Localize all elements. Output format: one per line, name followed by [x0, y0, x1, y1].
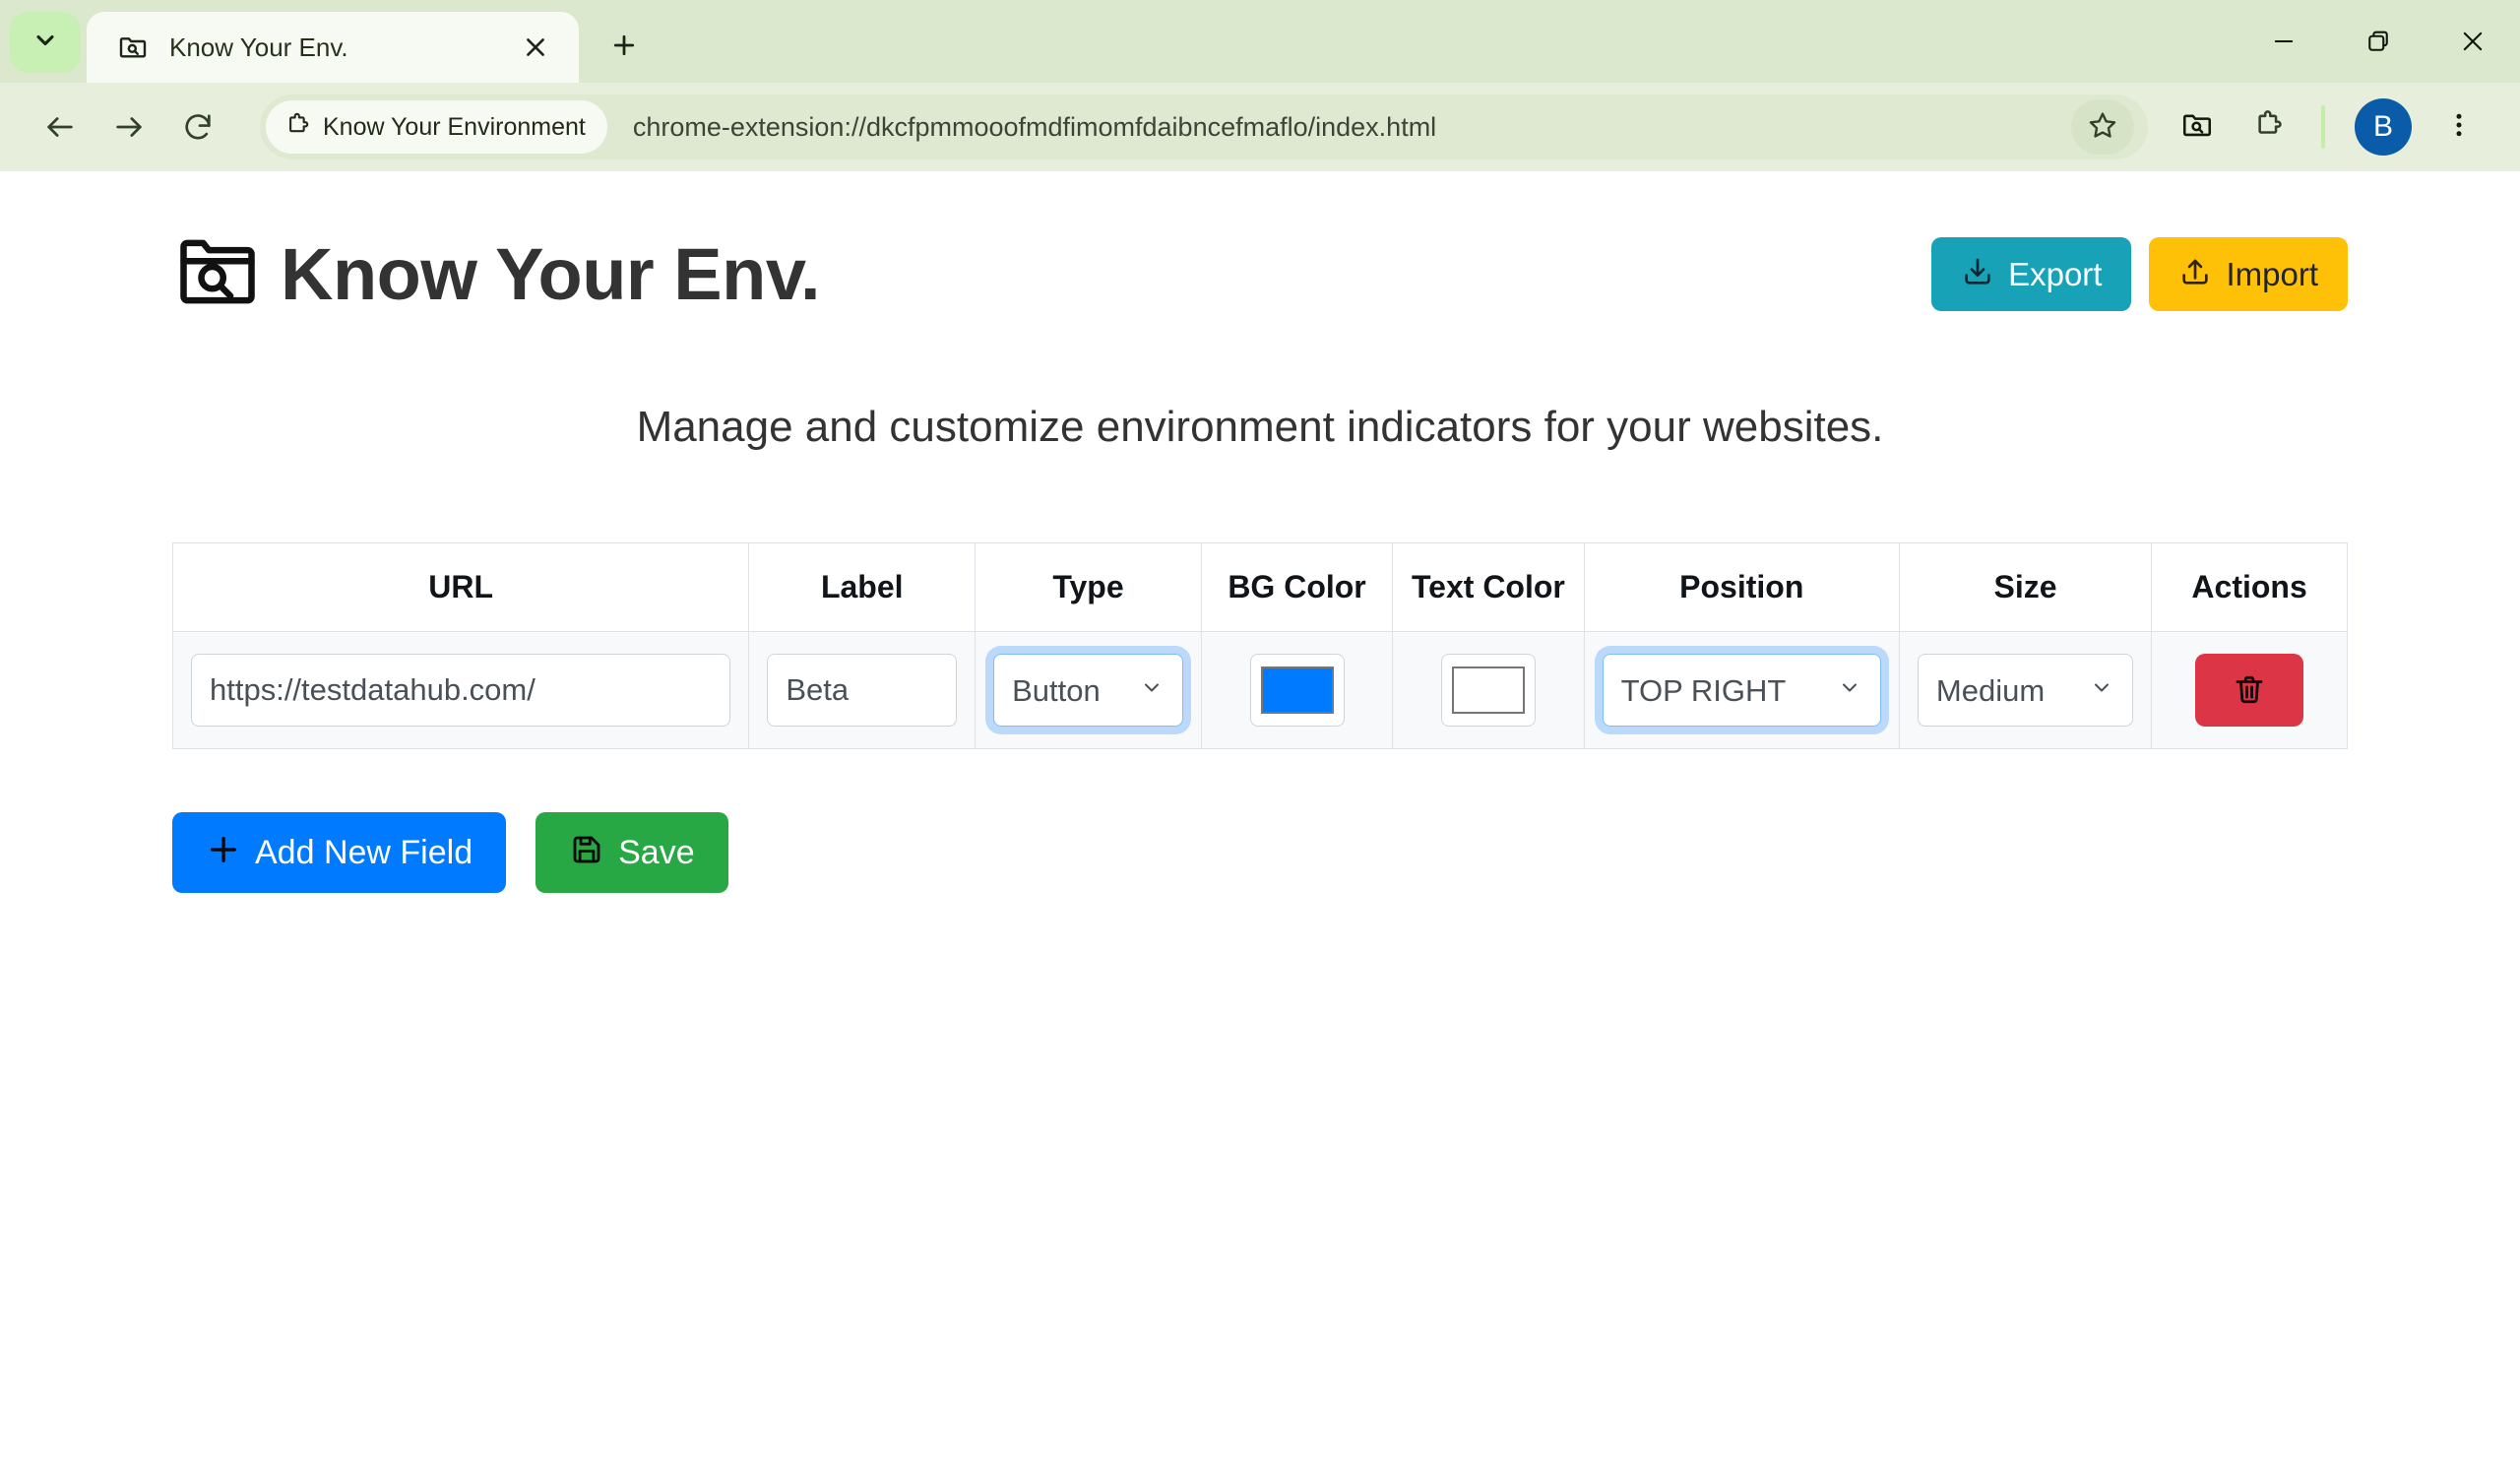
export-button-label: Export	[2008, 256, 2103, 292]
cell-text-color	[1392, 631, 1585, 749]
window-controls	[2236, 0, 2520, 83]
bg-color-picker[interactable]	[1249, 654, 1345, 727]
chevron-down-icon	[32, 27, 59, 59]
folder-search-logo-icon	[172, 226, 263, 322]
browser-window: Know Your Env. Know Your Environment chr…	[0, 0, 2520, 1459]
table-body: ButtonBannerRibbonBadge	[171, 631, 2348, 749]
avatar[interactable]: B	[2355, 98, 2412, 156]
column-header-actions: Actions	[2151, 542, 2348, 632]
position-select[interactable]: TOP LEFTTOP RIGHTBOTTOM LEFTBOTTOM RIGHT	[1602, 654, 1881, 727]
tab-close-button[interactable]	[514, 26, 557, 69]
side-panel-button[interactable]	[2162, 92, 2233, 162]
add-new-field-label: Add New Field	[255, 834, 473, 871]
page-content: Know Your Env. Export Import Manage and …	[0, 171, 2520, 1459]
label-input[interactable]	[767, 654, 958, 727]
extensions-button[interactable]	[2233, 92, 2303, 162]
tab-search-button[interactable]	[10, 12, 81, 73]
toolbar-divider	[2321, 105, 2325, 149]
import-button-label: Import	[2226, 256, 2318, 292]
cell-label	[748, 631, 976, 749]
config-table: URL Label Type BG Color Text Color Posit…	[171, 542, 2348, 749]
window-maximize-button[interactable]	[2331, 0, 2426, 83]
forward-button[interactable]	[94, 93, 163, 161]
bookmark-button[interactable]	[2071, 99, 2134, 155]
reload-button[interactable]	[163, 93, 232, 161]
cell-url	[171, 631, 750, 749]
browser-tab[interactable]: Know Your Env.	[87, 12, 579, 83]
column-header-url: URL	[171, 542, 750, 632]
back-button[interactable]	[26, 93, 94, 161]
plus-icon	[206, 832, 241, 873]
export-button[interactable]: Export	[1931, 237, 2132, 311]
brand: Know Your Env.	[172, 226, 821, 322]
download-icon	[1961, 255, 1994, 293]
extension-origin-chip[interactable]: Know Your Environment	[266, 100, 607, 154]
delete-row-button[interactable]	[2195, 654, 2304, 727]
column-header-size: Size	[1898, 542, 2153, 632]
tab-title: Know Your Env.	[169, 32, 348, 62]
folder-search-icon	[2180, 108, 2214, 147]
puzzle-piece-icon	[284, 111, 311, 144]
trash-icon	[2232, 671, 2267, 710]
column-header-type: Type	[975, 542, 1202, 632]
table-header: URL Label Type BG Color Text Color Posit…	[171, 542, 2348, 632]
floppy-disk-icon	[569, 832, 604, 873]
page-header: Know Your Env. Export Import	[172, 171, 2348, 322]
config-table-wrapper: URL Label Type BG Color Text Color Posit…	[171, 542, 2348, 749]
tab-strip: Know Your Env.	[0, 0, 2520, 83]
import-button[interactable]: Import	[2149, 237, 2348, 311]
address-bar-actions	[2071, 99, 2142, 155]
address-bar-url: chrome-extension://dkcfpmmooofmdfimomfda…	[632, 111, 1437, 142]
table-header-row: URL Label Type BG Color Text Color Posit…	[171, 542, 2348, 632]
column-header-label: Label	[748, 542, 976, 632]
add-new-field-button[interactable]: Add New Field	[172, 812, 507, 893]
footer-actions: Add New Field Save	[172, 812, 2348, 893]
url-input[interactable]	[191, 654, 731, 727]
position-select-wrapper: TOP LEFTTOP RIGHTBOTTOM LEFTBOTTOM RIGHT	[1602, 654, 1881, 727]
save-button[interactable]: Save	[536, 812, 728, 893]
star-icon	[2087, 109, 2118, 146]
cell-position: TOP LEFTTOP RIGHTBOTTOM LEFTBOTTOM RIGHT	[1583, 631, 1900, 749]
column-header-position: Position	[1583, 542, 1900, 632]
type-select-wrapper: ButtonBannerRibbonBadge	[993, 654, 1183, 727]
column-header-bg-color: BG Color	[1200, 542, 1394, 632]
cell-actions	[2151, 631, 2348, 749]
cell-type: ButtonBannerRibbonBadge	[975, 631, 1202, 749]
cell-bg-color	[1200, 631, 1394, 749]
browser-toolbar: Know Your Environment chrome-extension:/…	[0, 83, 2520, 171]
size-select-wrapper: SmallMediumLarge	[1917, 654, 2134, 727]
address-bar[interactable]: Know Your Environment chrome-extension:/…	[260, 95, 2148, 159]
cell-size: SmallMediumLarge	[1898, 631, 2153, 749]
window-minimize-button[interactable]	[2236, 0, 2331, 83]
text-color-picker[interactable]	[1440, 654, 1536, 727]
puzzle-piece-icon	[2251, 108, 2285, 147]
page-title: Know Your Env.	[281, 233, 821, 315]
save-button-label: Save	[618, 834, 695, 871]
table-row: ButtonBannerRibbonBadge	[171, 631, 2348, 749]
extension-origin-label: Know Your Environment	[323, 112, 586, 141]
upload-icon	[2178, 255, 2212, 293]
window-close-button[interactable]	[2426, 0, 2520, 83]
three-dot-menu-icon	[2444, 110, 2474, 145]
browser-menu-button[interactable]	[2424, 92, 2494, 162]
bg-color-chip	[1260, 666, 1334, 714]
new-tab-button[interactable]	[595, 16, 654, 75]
folder-search-icon	[116, 31, 150, 64]
text-color-chip	[1451, 666, 1525, 714]
page-subtitle: Manage and customize environment indicat…	[636, 403, 1884, 451]
size-select[interactable]: SmallMediumLarge	[1917, 654, 2134, 727]
header-actions: Export Import	[1931, 237, 2348, 311]
column-header-text-color: Text Color	[1392, 542, 1585, 632]
type-select[interactable]: ButtonBannerRibbonBadge	[993, 654, 1183, 727]
